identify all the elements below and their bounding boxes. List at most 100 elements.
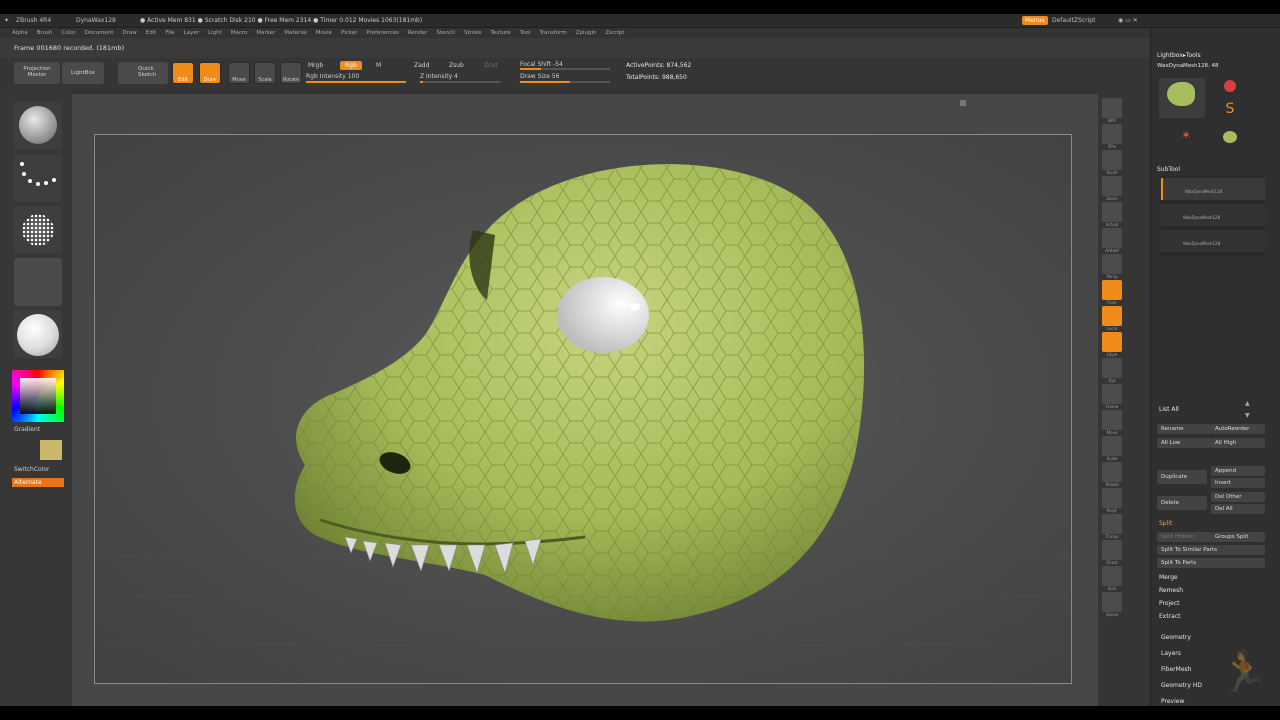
scale-mode-button[interactable]: Scale bbox=[254, 62, 276, 84]
draw-mode-button[interactable]: Draw bbox=[199, 62, 221, 84]
tool-thumb-wax[interactable] bbox=[1215, 128, 1245, 148]
zcut-button[interactable]: Zcut bbox=[484, 62, 498, 69]
shelf-button-bpr[interactable]: BPR bbox=[1102, 98, 1122, 123]
texture-thumbnail[interactable] bbox=[14, 258, 62, 306]
preview-section[interactable]: Preview bbox=[1161, 698, 1184, 705]
lightbox-button[interactable]: LightBox bbox=[62, 62, 104, 84]
polymesh-icon[interactable]: ✶ bbox=[1171, 128, 1201, 148]
tool-thumb-main[interactable] bbox=[1159, 78, 1205, 118]
shelf-button-scale[interactable]: Scale bbox=[1102, 436, 1122, 461]
split-parts-button[interactable]: Split To Parts bbox=[1157, 558, 1265, 568]
menu-item-brush[interactable]: Brush bbox=[37, 30, 53, 36]
menu-item-texture[interactable]: Texture bbox=[491, 30, 511, 36]
focal-shift-track[interactable] bbox=[520, 68, 610, 70]
tool-thumb-sphere[interactable] bbox=[1215, 78, 1245, 96]
groups-split-button[interactable]: Groups Split bbox=[1211, 532, 1265, 542]
color-picker[interactable] bbox=[12, 370, 64, 422]
stroke-thumbnail[interactable] bbox=[14, 154, 62, 202]
switch-color-button[interactable]: SwitchColor bbox=[14, 466, 50, 473]
menu-item-color[interactable]: Color bbox=[62, 30, 76, 36]
geometry-hd-section[interactable]: Geometry HD bbox=[1161, 682, 1202, 689]
del-all-button[interactable]: Del All bbox=[1211, 504, 1265, 514]
move-mode-button[interactable]: Move bbox=[228, 62, 250, 84]
append-button[interactable]: Append bbox=[1211, 466, 1265, 476]
shelf-button-aahalf[interactable]: AAHalf bbox=[1102, 228, 1122, 253]
simplebrush-icon[interactable]: S bbox=[1215, 100, 1245, 118]
menu-item-stroke[interactable]: Stroke bbox=[464, 30, 482, 36]
list-all-button[interactable]: List All bbox=[1159, 406, 1179, 413]
lightbox-tools-header[interactable]: Lightbox▸Tools bbox=[1157, 52, 1201, 59]
current-tool-name[interactable]: WaxDynaMesh128. 48 bbox=[1157, 63, 1219, 69]
draw-size-slider[interactable]: Draw Size 56 bbox=[520, 73, 559, 80]
zadd-button[interactable]: Zadd bbox=[414, 62, 429, 69]
arrow-down-icon[interactable]: ▼ bbox=[1245, 412, 1250, 419]
edit-mode-button[interactable]: Edit bbox=[172, 62, 194, 84]
menu-item-movie[interactable]: Movie bbox=[316, 30, 332, 36]
shelf-button-xpose[interactable]: Xpose bbox=[1102, 592, 1122, 617]
alternate-button[interactable]: Alternate bbox=[12, 478, 64, 487]
z-intensity-slider[interactable]: Z Intensity 4 bbox=[420, 73, 458, 80]
delete-button[interactable]: Delete bbox=[1157, 496, 1207, 510]
menu-item-marker[interactable]: Marker bbox=[256, 30, 275, 36]
arrow-up-icon[interactable]: ▲ bbox=[1245, 400, 1250, 407]
shelf-button-spix[interactable]: SPix bbox=[1102, 124, 1122, 149]
focal-shift-slider[interactable]: Focal Shift -54 bbox=[520, 61, 563, 68]
shelf-button-rotate[interactable]: Rotate bbox=[1102, 462, 1122, 487]
shelf-button-floor[interactable]: Floor bbox=[1102, 280, 1122, 305]
menu-item-macro[interactable]: Macro bbox=[231, 30, 248, 36]
draw-size-track[interactable] bbox=[520, 81, 610, 83]
menu-item-tool[interactable]: Tool bbox=[520, 30, 531, 36]
rgb-intensity-track[interactable] bbox=[306, 81, 406, 83]
brush-thumbnail[interactable] bbox=[14, 102, 62, 150]
color-square[interactable] bbox=[20, 378, 56, 414]
model-render[interactable] bbox=[95, 135, 1073, 686]
insert-button[interactable]: Insert bbox=[1211, 478, 1265, 488]
shelf-button-local[interactable]: Local bbox=[1102, 306, 1122, 331]
split-similar-button[interactable]: Split To Similar Parts bbox=[1157, 545, 1265, 555]
shelf-button-move[interactable]: Move bbox=[1102, 410, 1122, 435]
quick-sketch-button[interactable]: Quick Sketch bbox=[118, 62, 168, 84]
gradient-label[interactable]: Gradient bbox=[14, 426, 40, 433]
shelf-button-scroll[interactable]: Scroll bbox=[1102, 150, 1122, 175]
menu-item-file[interactable]: File bbox=[165, 30, 174, 36]
menu-item-preferences[interactable]: Preferences bbox=[366, 30, 398, 36]
m-button[interactable]: M bbox=[376, 62, 381, 69]
z-intensity-track[interactable] bbox=[420, 81, 500, 83]
all-low-button[interactable]: All Low bbox=[1157, 438, 1211, 448]
geometry-section[interactable]: Geometry bbox=[1161, 634, 1191, 641]
shelf-button-ghost[interactable]: Ghost bbox=[1102, 540, 1122, 565]
subtool-header[interactable]: SubTool bbox=[1157, 166, 1180, 173]
viewport-handle-icon[interactable] bbox=[960, 100, 966, 106]
shelf-button-frame[interactable]: Frame bbox=[1102, 384, 1122, 409]
menu-item-stencil[interactable]: Stencil bbox=[436, 30, 455, 36]
menu-item-picker[interactable]: Picker bbox=[341, 30, 357, 36]
shelf-button-transp[interactable]: Transp bbox=[1102, 514, 1122, 539]
shelf-button-xyz[interactable]: Xyz bbox=[1102, 358, 1122, 383]
subtool-item-1[interactable]: WaxDynaMesh128 bbox=[1161, 178, 1265, 200]
alpha-thumbnail[interactable] bbox=[14, 206, 62, 254]
rgb-button[interactable]: Rgb bbox=[340, 61, 362, 70]
rgb-intensity-slider[interactable]: Rgb Intensity 100 bbox=[306, 73, 359, 80]
project-section[interactable]: Project bbox=[1159, 600, 1180, 607]
document-frame[interactable] bbox=[94, 134, 1073, 686]
shelf-button-actual[interactable]: Actual bbox=[1102, 202, 1122, 227]
menu-item-zscript[interactable]: Zscript bbox=[605, 30, 624, 36]
menu-item-draw[interactable]: Draw bbox=[122, 30, 136, 36]
extract-section[interactable]: Extract bbox=[1159, 613, 1181, 620]
split-section[interactable]: Split bbox=[1159, 520, 1172, 527]
menu-item-alpha[interactable]: Alpha bbox=[12, 30, 28, 36]
autoreorder-button[interactable]: AutoReorder bbox=[1211, 424, 1265, 434]
menu-item-light[interactable]: Light bbox=[208, 30, 222, 36]
rotate-mode-button[interactable]: Rotate bbox=[280, 62, 302, 84]
split-hidden-button[interactable]: Split Hidden bbox=[1157, 532, 1211, 542]
shelf-button-zoom[interactable]: Zoom bbox=[1102, 176, 1122, 201]
shelf-button-solo[interactable]: Solo bbox=[1102, 566, 1122, 591]
menu-item-render[interactable]: Render bbox=[408, 30, 428, 36]
projection-master-button[interactable]: Projection Master bbox=[14, 62, 60, 84]
menu-item-zplugin[interactable]: Zplugin bbox=[576, 30, 597, 36]
menu-item-transform[interactable]: Transform bbox=[539, 30, 566, 36]
merge-section[interactable]: Merge bbox=[1159, 574, 1178, 581]
menu-item-document[interactable]: Document bbox=[85, 30, 114, 36]
menu-item-edit[interactable]: Edit bbox=[146, 30, 157, 36]
menu-item-material[interactable]: Material bbox=[284, 30, 306, 36]
